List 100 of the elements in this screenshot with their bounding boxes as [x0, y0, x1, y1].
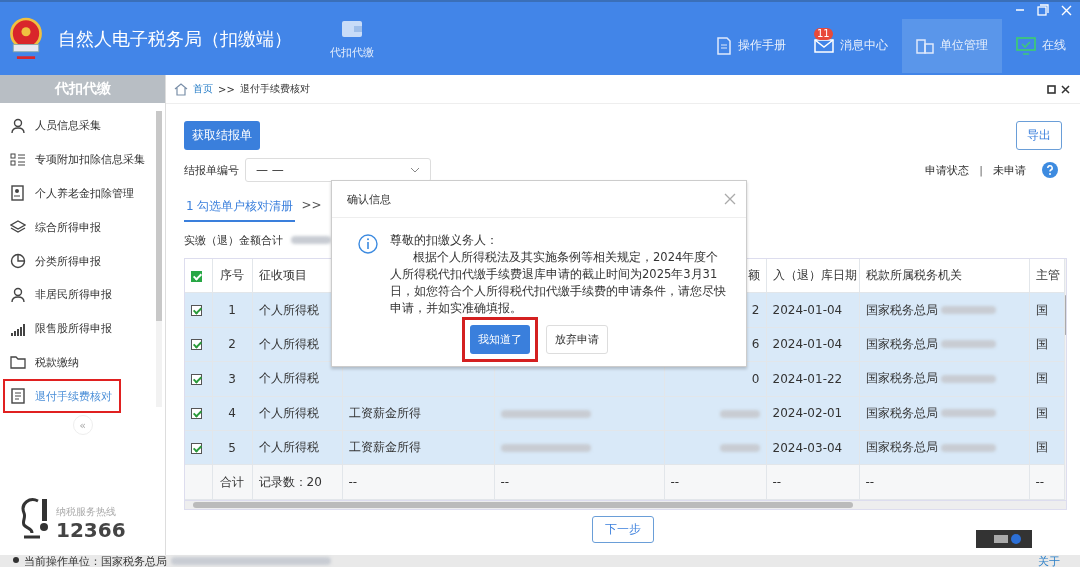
table-cell: -- — [348, 475, 358, 490]
step-tab[interactable]: >> — [299, 195, 324, 222]
row-checkbox[interactable] — [191, 408, 202, 420]
keyboard-toolbar-icon[interactable] — [976, 529, 1032, 548]
row-checkbox[interactable] — [191, 442, 202, 454]
table-cell: 记录数：20 — [258, 474, 322, 489]
table-cell: 工资薪金所得 — [348, 405, 421, 420]
table-cell: 国 — [1035, 371, 1048, 386]
table-cell: 1 — [228, 303, 236, 318]
person-icon — [10, 286, 26, 303]
confirm-button[interactable]: 我知道了 — [470, 325, 530, 354]
sidebar-item[interactable]: 税款缴纳 — [0, 345, 150, 380]
table-cell: 国家税务总局 — [865, 371, 938, 386]
document-icon — [716, 36, 732, 55]
table-cell: 2024-01-04 — [772, 303, 843, 318]
table-cell: 个人所得税 — [258, 371, 319, 386]
maximize-icon[interactable] — [1047, 84, 1056, 94]
breadcrumb-link[interactable]: 首页 — [193, 82, 213, 96]
sidebar-item[interactable]: 限售股所得申报 — [0, 311, 150, 346]
dialog-title: 确认信息 — [347, 191, 391, 207]
redacted-value — [719, 444, 760, 453]
table-cell: -- — [772, 475, 782, 490]
select-all-checkbox[interactable] — [191, 270, 202, 282]
home-icon[interactable] — [174, 82, 188, 96]
dialog-message: 根据个人所得税法及其实施条例等相关规定，2024年度个人所得税代扣代缴手续费退库申请的截止时间为2025年3月31日，如您符合个人所得税代扣代缴手续费的申请条件，请您尽快申请，并如实准确填报。 — [390, 249, 727, 317]
hotline-label: 纳税服务热线 — [56, 505, 117, 519]
table-cell: 个人所得税 — [258, 336, 319, 351]
table-cell: 3 — [228, 371, 236, 386]
person-icon — [10, 117, 26, 134]
redacted-value — [941, 340, 997, 349]
status-label: 申请状态 — [925, 162, 970, 178]
field-label: 结报单编号 — [184, 162, 239, 178]
redacted-value — [941, 306, 997, 315]
redacted-value — [941, 374, 997, 383]
table-cell: 国家税务总局 — [865, 336, 938, 351]
sidebar-item[interactable]: 分类所得申报 — [0, 244, 150, 278]
help-icon[interactable] — [1042, 162, 1058, 178]
table-cell: 0 — [751, 371, 760, 386]
chevron-down-icon — [410, 167, 420, 173]
table-cell: 国家税务总局 — [865, 302, 938, 317]
table-cell: 合计 — [220, 474, 244, 489]
document-icon — [10, 185, 26, 202]
fetch-report-button[interactable]: 获取结报单 — [184, 121, 260, 150]
sidebar-item[interactable]: 个人养老金扣除管理 — [0, 176, 150, 211]
pie-chart-icon — [10, 253, 26, 270]
list-icon — [10, 151, 26, 168]
separator-text: | — [979, 163, 983, 177]
table-cell: 2024-02-01 — [772, 406, 843, 421]
nav-item[interactable]: 11 消息中心 — [800, 18, 902, 73]
column-header: 主管 — [1035, 268, 1060, 283]
sidebar-title: 代扣代缴 — [0, 75, 165, 103]
building-icon — [916, 37, 934, 54]
about-link[interactable]: 关于 — [1038, 553, 1060, 567]
nav-item[interactable]: 单位管理 — [902, 18, 1002, 73]
nav-item[interactable]: 在线 — [1002, 18, 1080, 73]
restore-icon[interactable] — [1037, 4, 1049, 16]
current-unit-label: 当前操作单位：国家税务总局 — [24, 553, 167, 567]
table-cell: 2024-03-04 — [772, 440, 843, 455]
sidebar-item[interactable]: 退付手续费核对 — [3, 379, 121, 414]
column-header: 入（退）库日期 — [772, 268, 857, 283]
row-checkbox[interactable] — [191, 305, 202, 317]
dialog-greeting: 尊敬的扣缴义务人： — [390, 232, 499, 249]
sidebar-item[interactable]: 专项附加扣除信息采集 — [0, 142, 150, 177]
sidebar-item[interactable]: 综合所得申报 — [0, 210, 150, 245]
table-cell: 个人所得税 — [258, 440, 319, 455]
hotline-number: 12366 — [56, 519, 126, 541]
window-title: 自然人电子税务局（扣缴端） — [58, 26, 292, 51]
breadcrumb-text: 退付手续费核对 — [239, 82, 310, 96]
table-cell: 5 — [228, 440, 236, 455]
cancel-button[interactable]: 放弃申请 — [546, 325, 608, 354]
redacted-value — [719, 409, 760, 418]
table-cell: 2 — [228, 337, 236, 352]
table-cell: 国 — [1035, 405, 1048, 420]
collapse-button[interactable]: « — [72, 415, 93, 436]
row-checkbox[interactable] — [191, 373, 202, 385]
table-cell: 工资薪金所得 — [348, 440, 421, 455]
close-icon[interactable] — [1061, 84, 1070, 94]
table-cell: -- — [865, 475, 875, 490]
row-checkbox[interactable] — [191, 339, 202, 351]
amount-label: 实缴（退）金额合计 — [184, 232, 283, 248]
table-cell: 6 — [751, 337, 760, 352]
table-cell: 4 — [228, 406, 236, 421]
step-tab[interactable]: 1 勾选单户核对清册 — [184, 195, 296, 222]
next-step-button[interactable]: 下一步 — [592, 515, 654, 543]
sidebar-item[interactable]: 非居民所得申报 — [0, 278, 150, 312]
module-tab[interactable]: 代扣代缴 — [326, 13, 378, 64]
breadcrumb-text: >> — [218, 83, 235, 95]
table-cell: 2 — [751, 303, 760, 318]
table-cell: 国家税务总局 — [865, 405, 938, 420]
table-cell: 国家税务总局 — [865, 440, 938, 455]
status-value: 未申请 — [993, 162, 1026, 178]
nav-item[interactable]: 操作手册 — [702, 18, 800, 73]
table-cell: 2024-01-22 — [772, 371, 843, 386]
table-cell: 个人所得税 — [258, 302, 319, 317]
redacted-value — [941, 409, 997, 418]
notification-badge: 11 — [814, 27, 833, 40]
table-cell: 个人所得税 — [258, 405, 319, 420]
export-button[interactable]: 导出 — [1016, 121, 1062, 150]
table-cell: 2024-01-04 — [772, 337, 843, 352]
sidebar-item[interactable]: 人员信息采集 — [0, 109, 150, 143]
